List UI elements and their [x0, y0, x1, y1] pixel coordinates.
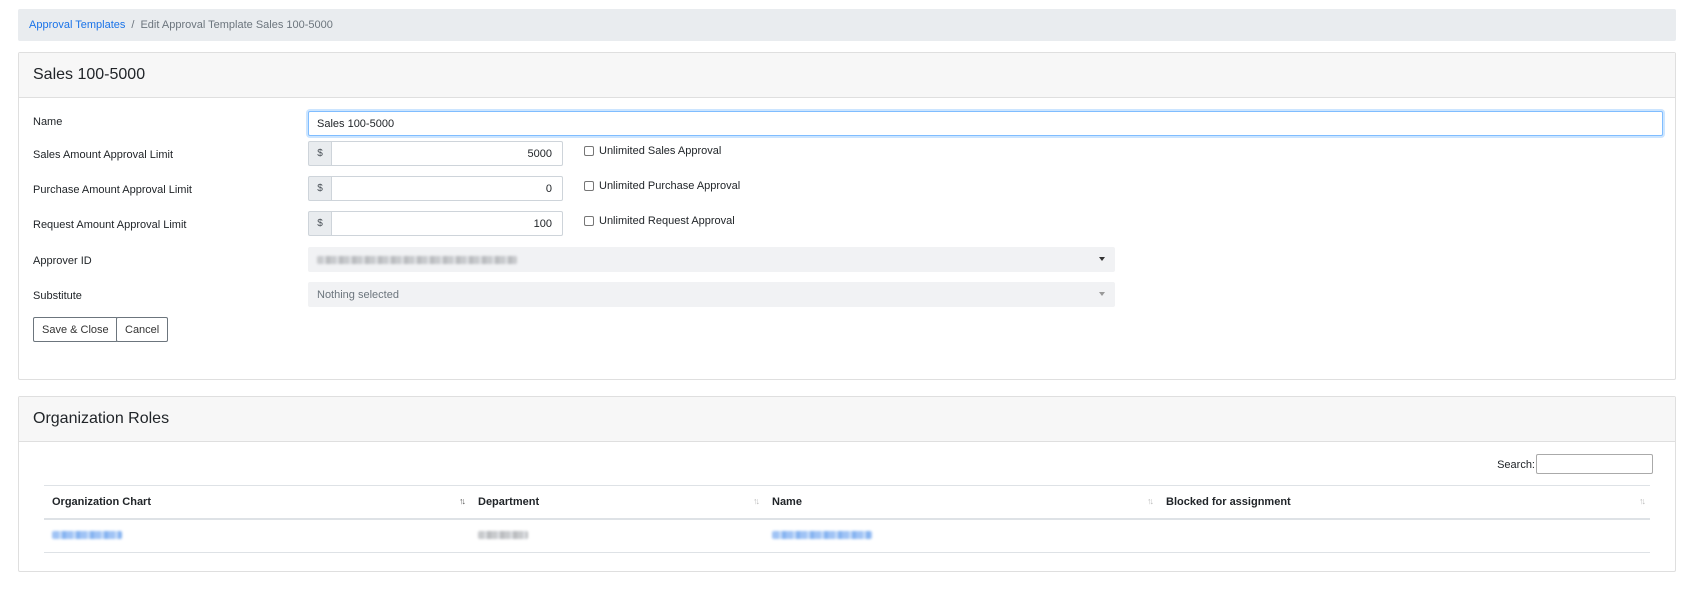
- unlimited-sales-checkbox[interactable]: Unlimited Sales Approval: [584, 145, 721, 157]
- sales-limit-label: Sales Amount Approval Limit: [33, 149, 174, 161]
- checkbox-icon[interactable]: [584, 216, 594, 226]
- purchase-limit-input[interactable]: 0: [332, 176, 563, 201]
- request-limit-group: $ 100: [308, 211, 563, 236]
- table-cell: [1158, 519, 1650, 553]
- roles-table: Organization Chart ↑↓ Department ↑↓ Name…: [44, 485, 1650, 553]
- sort-icon: ↑↓: [1639, 496, 1646, 506]
- department-value: [478, 531, 528, 539]
- name-input-value: Sales 100-5000: [317, 117, 395, 130]
- column-header-label: Department: [478, 496, 540, 508]
- column-header-label: Organization Chart: [52, 496, 152, 508]
- caret-down-icon: [1099, 257, 1105, 261]
- org-chart-link[interactable]: [52, 531, 122, 539]
- checkbox-icon[interactable]: [584, 146, 594, 156]
- purchase-limit-group: $ 0: [308, 176, 563, 201]
- search-label: Search:: [1497, 459, 1535, 471]
- breadcrumb-link-approval-templates[interactable]: Approval Templates: [29, 19, 125, 31]
- approver-label: Approver ID: [33, 255, 92, 267]
- column-header-label: Blocked for assignment: [1166, 496, 1291, 508]
- cancel-button[interactable]: Cancel: [116, 317, 169, 342]
- card-title: Organization Roles: [19, 397, 1675, 442]
- unlimited-request-label: Unlimited Request Approval: [599, 215, 735, 227]
- purchase-limit-label: Purchase Amount Approval Limit: [33, 184, 192, 196]
- table-cell: [470, 519, 764, 553]
- column-header-blocked[interactable]: Blocked for assignment ↑↓: [1158, 485, 1650, 520]
- column-header-name[interactable]: Name ↑↓: [764, 485, 1158, 520]
- request-limit-label: Request Amount Approval Limit: [33, 219, 187, 231]
- column-header-department[interactable]: Department ↑↓: [470, 485, 764, 520]
- substitute-select[interactable]: Nothing selected: [308, 282, 1115, 307]
- substitute-label: Substitute: [33, 290, 82, 302]
- approval-template-card: Sales 100-5000 Name Sales 100-5000 Sales…: [18, 52, 1676, 380]
- unlimited-sales-label: Unlimited Sales Approval: [599, 145, 722, 157]
- search-input[interactable]: [1536, 454, 1653, 474]
- sales-limit-group: $ 5000: [308, 141, 563, 166]
- sort-icon: ↑↓: [1147, 496, 1154, 506]
- name-input[interactable]: Sales 100-5000: [308, 111, 1663, 136]
- organization-roles-card: Organization Roles Search: Organization …: [18, 396, 1676, 572]
- table-cell: [44, 519, 470, 553]
- request-limit-input[interactable]: 100: [332, 211, 563, 236]
- save-close-button[interactable]: Save & Close: [33, 317, 118, 342]
- name-label: Name: [33, 116, 63, 128]
- checkbox-icon[interactable]: [584, 181, 594, 191]
- currency-addon: $: [308, 176, 332, 201]
- unlimited-purchase-checkbox[interactable]: Unlimited Purchase Approval: [584, 180, 740, 192]
- breadcrumb-separator: /: [131, 19, 135, 31]
- column-header-organization-chart[interactable]: Organization Chart ↑↓: [44, 485, 470, 520]
- sort-icon: ↑↓: [753, 496, 760, 506]
- currency-addon: $: [308, 211, 332, 236]
- caret-down-icon: [1099, 292, 1105, 296]
- table-cell: [764, 519, 1158, 553]
- sort-icon: ↑↓: [459, 496, 466, 506]
- approver-select[interactable]: [308, 247, 1115, 272]
- card-title: Sales 100-5000: [19, 53, 1675, 98]
- sales-limit-input[interactable]: 5000: [332, 141, 563, 166]
- currency-addon: $: [308, 141, 332, 166]
- breadcrumb: Approval Templates / Edit Approval Templ…: [18, 9, 1676, 41]
- column-header-label: Name: [772, 496, 802, 508]
- unlimited-request-checkbox[interactable]: Unlimited Request Approval: [584, 215, 735, 227]
- table-row: [44, 519, 1650, 553]
- unlimited-purchase-label: Unlimited Purchase Approval: [599, 180, 741, 192]
- substitute-placeholder: Nothing selected: [317, 288, 399, 301]
- breadcrumb-current: Edit Approval Template Sales 100-5000: [140, 19, 333, 31]
- approver-redacted-value: [317, 255, 517, 264]
- name-link[interactable]: [772, 531, 872, 539]
